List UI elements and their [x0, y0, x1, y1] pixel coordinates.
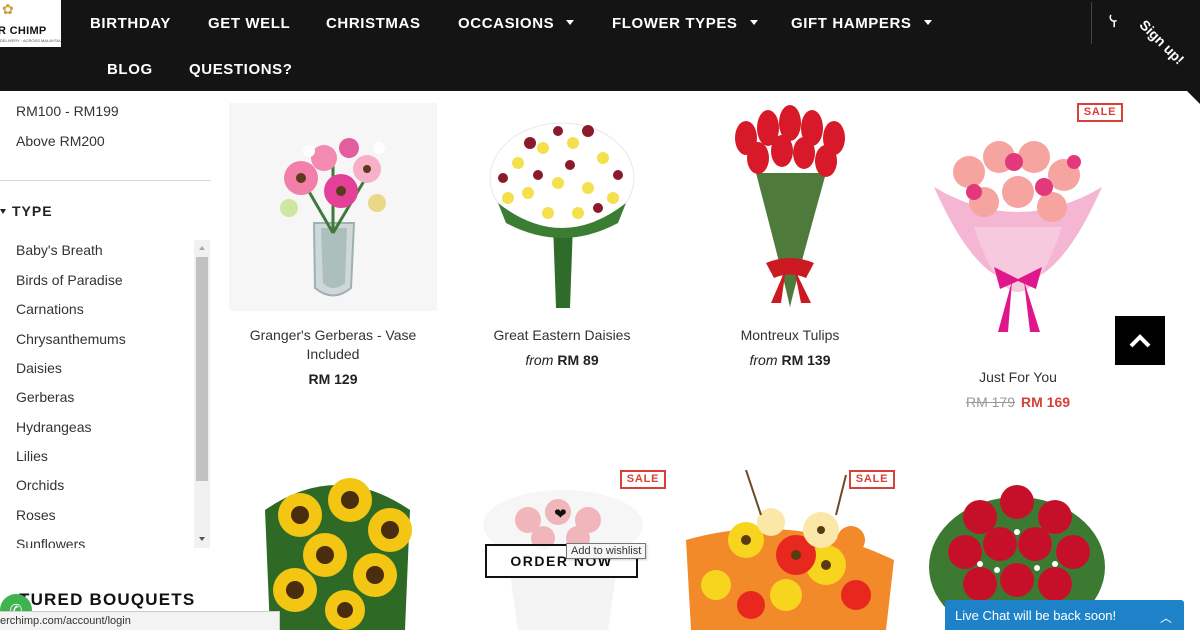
- price-from-label: from: [749, 352, 778, 368]
- nav-divider: [1091, 2, 1092, 44]
- price-value: RM 129: [308, 371, 358, 387]
- nav-flower-types-label: FLOWER TYPES: [612, 15, 738, 32]
- sunflowers-bouquet-illustration: [265, 478, 412, 630]
- price-value: RM 89: [557, 352, 599, 368]
- type-filter-item[interactable]: Chrysanthemums: [16, 331, 126, 347]
- price-value: RM 139: [781, 352, 831, 368]
- type-filter-item[interactable]: Lilies: [16, 448, 48, 464]
- back-to-top-button[interactable]: [1115, 316, 1165, 365]
- type-filter-item[interactable]: Carnations: [16, 301, 84, 317]
- type-filter-item[interactable]: Hydrangeas: [16, 419, 92, 435]
- daisies-bouquet-illustration: [489, 122, 635, 308]
- chevron-down-icon: [749, 20, 758, 25]
- sale-badge: SALE: [1077, 103, 1123, 122]
- sale-badge: SALE: [620, 470, 666, 489]
- logo-flower-icon: ✿: [2, 2, 14, 18]
- nav-blog-label: BLOG: [107, 61, 153, 78]
- live-chat-widget[interactable]: Live Chat will be back soon! ︿: [945, 600, 1184, 630]
- scrollbar-thumb[interactable]: [196, 257, 208, 481]
- type-filter-item[interactable]: Roses: [16, 507, 56, 523]
- sale-badge: SALE: [849, 470, 895, 489]
- gerberas-bouquet-illustration: [280, 138, 386, 297]
- product-name[interactable]: Granger's Gerberas - Vase Included: [229, 326, 437, 364]
- product-image-gerberas[interactable]: [229, 103, 437, 311]
- product-image-just-for-you[interactable]: [914, 117, 1122, 347]
- product-image-sunflowers[interactable]: [255, 470, 420, 630]
- nav-questions-label: QUESTIONS?: [189, 61, 293, 78]
- featured-heading-label: TURED BOUQUETS: [19, 590, 196, 609]
- page: ✿ R CHIMP DELIVERY · ACROSS MALAYSIA BIR…: [0, 0, 1200, 630]
- product-image-gerbera-mix[interactable]: [686, 470, 894, 630]
- nav-gift-hampers-label: GIFT HAMPERS: [791, 15, 912, 32]
- wishlist-tooltip: Add to wishlist: [566, 543, 647, 559]
- nav-birthday[interactable]: BIRTHDAY: [90, 15, 171, 32]
- product-price: RM 179 RM 169: [914, 394, 1122, 410]
- type-list-scrollbar[interactable]: [194, 240, 210, 548]
- nav-blog[interactable]: BLOG: [107, 61, 153, 78]
- type-filter-item[interactable]: Baby's Breath: [16, 242, 103, 258]
- tulips-bouquet-illustration: [735, 105, 845, 308]
- nav-occasions[interactable]: OCCASIONS: [458, 15, 575, 32]
- logo-brand-text: R CHIMP: [0, 25, 47, 37]
- live-chat-label: Live Chat will be back soon!: [955, 608, 1117, 623]
- type-filter-item[interactable]: Sunflowers: [16, 536, 85, 548]
- sale-price: RM 169: [1021, 394, 1071, 410]
- chevron-down-icon: [923, 20, 932, 25]
- site-logo[interactable]: ✿ R CHIMP DELIVERY · ACROSS MALAYSIA: [0, 0, 61, 47]
- caret-down-icon: [0, 209, 6, 214]
- type-filter-item[interactable]: Gerberas: [16, 389, 74, 405]
- logo-tagline: DELIVERY · ACROSS MALAYSIA: [0, 38, 61, 43]
- pink-roses-bouquet-illustration: [934, 141, 1102, 332]
- type-filter-list: Baby's Breath Birds of Paradise Carnatio…: [0, 240, 194, 548]
- signup-corner-ribbon[interactable]: [1096, 0, 1200, 104]
- nav-occasions-label: OCCASIONS: [458, 15, 555, 32]
- type-filter-item[interactable]: Daisies: [16, 360, 62, 376]
- type-filter-item[interactable]: Orchids: [16, 477, 64, 493]
- wishlist-heart-icon[interactable]: ❤: [554, 505, 567, 523]
- arrow-up-icon: [1129, 334, 1151, 348]
- chevron-up-icon[interactable]: ︿: [1160, 609, 1172, 626]
- status-url: erchimp.com/account/login: [0, 615, 131, 627]
- price-filter-100-199[interactable]: RM100 - RM199: [16, 103, 119, 119]
- product-image-tulips[interactable]: [686, 103, 894, 311]
- nav-get-well-label: GET WELL: [208, 15, 291, 32]
- nav-birthday-label: BIRTHDAY: [90, 15, 171, 32]
- price-filter-above-200[interactable]: Above RM200: [16, 133, 105, 149]
- sidebar-divider: [0, 180, 211, 181]
- type-filter-item[interactable]: Birds of Paradise: [16, 272, 123, 288]
- price-from-label: from: [525, 352, 554, 368]
- chevron-down-icon: [566, 20, 575, 25]
- nav-gift-hampers[interactable]: GIFT HAMPERS: [791, 15, 932, 32]
- nav-questions[interactable]: QUESTIONS?: [189, 61, 293, 78]
- product-price: from RM 139: [686, 352, 894, 368]
- product-image-daisies[interactable]: [458, 103, 666, 311]
- nav-get-well[interactable]: GET WELL: [208, 15, 290, 32]
- scroll-down-arrow-icon[interactable]: [199, 537, 205, 541]
- product-price: RM 129: [229, 371, 437, 387]
- original-price: RM 179: [965, 394, 1015, 410]
- product-price: from RM 89: [458, 352, 666, 368]
- nav-christmas[interactable]: CHRISTMAS: [326, 15, 421, 32]
- gerbera-mix-bouquet-illustration: [686, 470, 894, 630]
- nav-christmas-label: CHRISTMAS: [326, 15, 421, 32]
- top-nav: ✿ R CHIMP DELIVERY · ACROSS MALAYSIA BIR…: [0, 0, 1200, 91]
- nav-flower-types[interactable]: FLOWER TYPES: [612, 15, 758, 32]
- product-name[interactable]: Montreux Tulips: [686, 326, 894, 345]
- product-name[interactable]: Great Eastern Daisies: [458, 326, 666, 345]
- browser-status-bar: erchimp.com/account/login: [0, 611, 280, 630]
- scroll-up-arrow-icon[interactable]: [199, 246, 205, 250]
- product-name[interactable]: Just For You: [914, 368, 1122, 387]
- type-heading-label: TYPE: [12, 203, 53, 219]
- type-filter-heading[interactable]: TYPE: [0, 203, 53, 219]
